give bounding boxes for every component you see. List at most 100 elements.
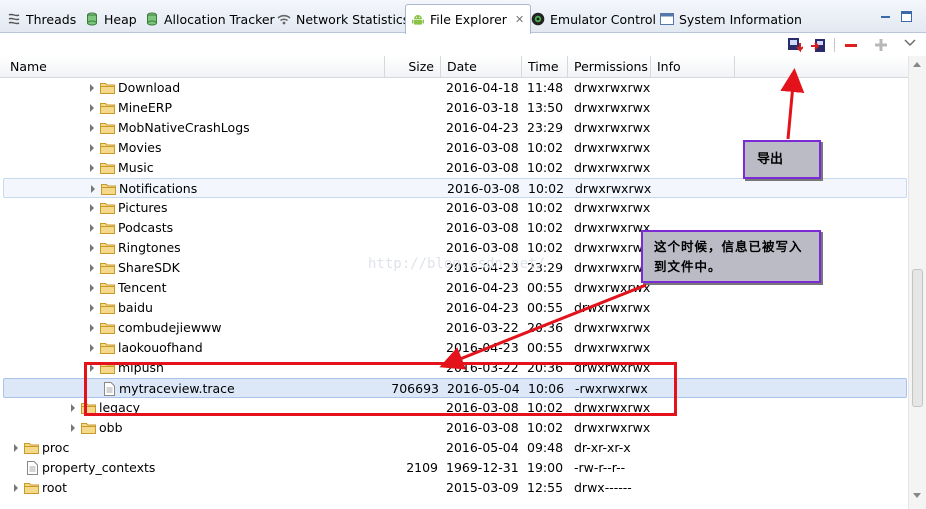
new-folder-icon[interactable] bbox=[873, 37, 889, 53]
name-cell: obb bbox=[99, 420, 123, 435]
folder-row[interactable]: MineERP 2016-03-18 13:50 drwxrwxrwx bbox=[0, 98, 908, 118]
size-cell bbox=[385, 138, 438, 158]
expand-toggle-icon[interactable] bbox=[90, 224, 94, 232]
column-header-time[interactable]: Time bbox=[522, 56, 568, 78]
folder-row[interactable]: Notifications 2016-03-08 10:02 drwxrwxrwx bbox=[3, 178, 907, 198]
folder-icon bbox=[100, 323, 115, 334]
column-header-info[interactable]: Info bbox=[651, 56, 735, 78]
expand-toggle-icon[interactable] bbox=[90, 124, 94, 132]
size-cell: 2109 bbox=[406, 460, 438, 475]
name-cell: property_contexts bbox=[42, 460, 156, 475]
scrollbar-thumb[interactable] bbox=[912, 269, 923, 407]
file-row[interactable]: property_contexts 2109 1969-12-31 19:00 -rw-… bbox=[0, 458, 908, 478]
expand-toggle-icon[interactable] bbox=[71, 424, 75, 432]
tab-system-information[interactable]: System Information bbox=[660, 8, 802, 30]
column-header-size[interactable]: Size bbox=[385, 56, 441, 78]
permissions-cell: drwxrwxrwx bbox=[574, 200, 651, 215]
time-cell: 10:02 bbox=[527, 240, 564, 255]
tab-label: Allocation Tracker bbox=[164, 11, 275, 27]
folder-row[interactable]: root 2015-03-09 12:55 drwx------ bbox=[0, 478, 908, 498]
vertical-scrollbar[interactable] bbox=[908, 56, 926, 509]
expand-toggle-icon[interactable] bbox=[90, 244, 94, 252]
date-cell: 2016-03-08 bbox=[447, 181, 520, 196]
size-cell bbox=[385, 478, 438, 498]
permissions-cell: drwxrwxrwx bbox=[574, 100, 651, 115]
expand-toggle-icon[interactable] bbox=[90, 344, 94, 352]
minimize-icon[interactable] bbox=[880, 10, 891, 21]
permissions-cell: drwxrwxrwx bbox=[574, 160, 651, 175]
tab-threads[interactable]: Threads bbox=[7, 8, 76, 30]
expand-toggle-icon[interactable] bbox=[90, 104, 94, 112]
expand-toggle-icon[interactable] bbox=[90, 264, 94, 272]
time-cell: 10:02 bbox=[527, 420, 564, 435]
name-cell: Notifications bbox=[119, 181, 198, 196]
column-header-name[interactable]: Name bbox=[4, 56, 385, 78]
folder-row[interactable]: proc 2016-05-04 09:48 dr-xr-xr-x bbox=[0, 438, 908, 458]
folder-row[interactable]: laokouofhand 2016-04-23 00:55 drwxrwxrwx bbox=[0, 338, 908, 358]
date-cell: 2016-03-08 bbox=[446, 420, 519, 435]
expand-toggle-icon[interactable] bbox=[71, 404, 75, 412]
tab-file-explorer[interactable]: File Explorer ✕ bbox=[405, 4, 532, 34]
date-cell: 2016-04-23 bbox=[446, 300, 519, 315]
expand-toggle-icon[interactable] bbox=[14, 444, 18, 452]
expand-toggle-icon[interactable] bbox=[90, 144, 94, 152]
expand-toggle-icon[interactable] bbox=[14, 484, 18, 492]
push-file-icon[interactable] bbox=[810, 37, 826, 53]
folder-icon bbox=[100, 343, 115, 354]
tab-network-statistics[interactable]: Network Statistics bbox=[277, 8, 409, 30]
permissions-cell: drwxrwxrwx bbox=[575, 181, 652, 196]
window-icon bbox=[660, 12, 674, 26]
time-cell: 00:55 bbox=[527, 280, 564, 295]
folder-row[interactable]: MobNativeCrashLogs 2016-04-23 23:29 drwxrwx… bbox=[0, 118, 908, 138]
date-cell: 2016-04-23 bbox=[446, 340, 519, 355]
column-header-date[interactable]: Date bbox=[441, 56, 522, 78]
name-cell: Pictures bbox=[118, 200, 168, 215]
expand-toggle-icon[interactable] bbox=[90, 284, 94, 292]
folder-row[interactable]: obb 2016-03-08 10:02 drwxrwxrwx bbox=[0, 418, 908, 438]
date-cell: 2016-04-18 bbox=[446, 80, 519, 95]
highlight-box bbox=[84, 362, 677, 416]
view-menu-icon[interactable] bbox=[903, 37, 919, 53]
folder-icon bbox=[100, 243, 115, 254]
tab-emulator-control[interactable]: Emulator Control bbox=[531, 8, 656, 30]
expand-toggle-icon[interactable] bbox=[90, 204, 94, 212]
size-cell bbox=[385, 198, 438, 218]
maximize-icon[interactable] bbox=[901, 10, 912, 22]
folder-icon bbox=[100, 263, 115, 274]
date-cell: 2016-03-08 bbox=[446, 240, 519, 255]
name-cell: root bbox=[42, 480, 68, 495]
android-icon bbox=[411, 13, 425, 27]
delete-icon[interactable] bbox=[843, 37, 859, 53]
time-cell: 19:00 bbox=[527, 460, 564, 475]
expand-toggle-icon[interactable] bbox=[90, 84, 94, 92]
expand-toggle-icon[interactable] bbox=[90, 304, 94, 312]
expand-toggle-icon[interactable] bbox=[90, 164, 94, 172]
expand-toggle-icon[interactable] bbox=[90, 324, 94, 332]
column-header-permissions[interactable]: Permissions bbox=[568, 56, 651, 78]
folder-icon bbox=[100, 103, 115, 114]
folder-row[interactable]: baidu 2016-04-23 00:55 drwxrwxrwx bbox=[0, 298, 908, 318]
time-cell: 10:02 bbox=[527, 200, 564, 215]
time-cell: 10:02 bbox=[528, 181, 565, 196]
name-cell: proc bbox=[42, 440, 70, 455]
time-cell: 09:48 bbox=[527, 440, 564, 455]
wifi-icon bbox=[277, 12, 291, 26]
watermark-text: http://blog.csdn.net/ bbox=[368, 256, 546, 272]
close-tab-icon[interactable]: ✕ bbox=[515, 13, 524, 26]
tab-allocation-tracker[interactable]: Allocation Tracker bbox=[145, 8, 275, 30]
scroll-up-icon[interactable] bbox=[913, 62, 921, 67]
expand-toggle-icon[interactable] bbox=[91, 185, 95, 193]
folder-row[interactable]: Download 2016-04-18 11:48 drwxrwxrwx bbox=[0, 78, 908, 98]
pull-file-icon[interactable] bbox=[787, 37, 804, 53]
time-cell: 12:55 bbox=[527, 480, 564, 495]
folder-icon bbox=[100, 123, 115, 134]
scroll-down-icon[interactable] bbox=[913, 493, 921, 498]
folder-icon bbox=[24, 443, 39, 454]
size-cell bbox=[385, 218, 438, 238]
permissions-cell: drwx------ bbox=[574, 480, 632, 495]
folder-icon bbox=[100, 163, 115, 174]
permissions-cell: dr-xr-xr-x bbox=[574, 440, 631, 455]
tab-heap[interactable]: Heap bbox=[85, 8, 137, 30]
folder-row[interactable]: Pictures 2016-03-08 10:02 drwxrwxrwx bbox=[0, 198, 908, 218]
folder-row[interactable]: combudejiewww 2016-03-22 20:36 drwxrwxrwx bbox=[0, 318, 908, 338]
